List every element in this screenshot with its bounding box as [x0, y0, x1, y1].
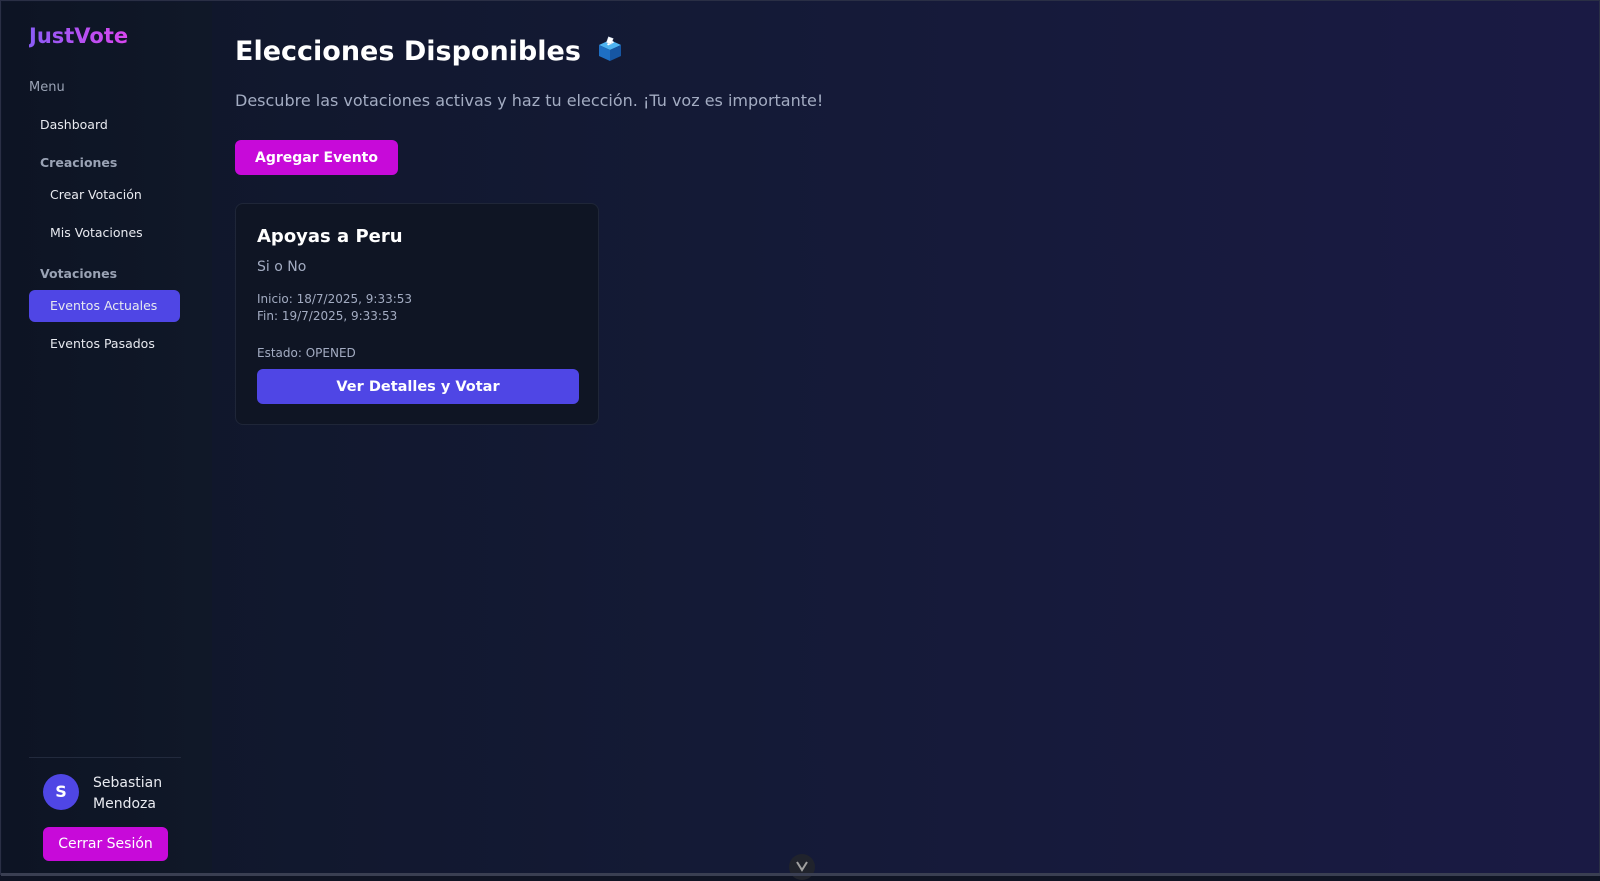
app-logo[interactable]: JustVote [29, 24, 128, 48]
sidebar-section-votes: Votaciones [40, 266, 118, 281]
menu-label: Menu [29, 80, 65, 95]
sidebar-item-past-events[interactable]: Eventos Pasados [29, 328, 180, 360]
chevron-down-icon[interactable] [789, 854, 815, 880]
sidebar-item-label: Eventos Pasados [50, 336, 155, 351]
logout-button[interactable]: Cerrar Sesión [43, 827, 168, 861]
sidebar-item-create-vote[interactable]: Crear Votación [29, 179, 180, 211]
user-name: Sebastian Mendoza [93, 775, 163, 812]
view-details-vote-button[interactable]: Ver Detalles y Votar [257, 369, 579, 404]
page-title: Elecciones Disponibles [235, 35, 624, 67]
avatar: S [43, 774, 79, 810]
sidebar-item-label: Eventos Actuales [50, 298, 158, 313]
event-card: Apoyas a Peru Si o No Inicio: 18/7/2025,… [235, 203, 599, 425]
event-status: Estado: OPENED [257, 346, 356, 360]
sidebar-item-label: Crear Votación [50, 187, 142, 202]
sidebar-divider [29, 757, 181, 758]
event-start-date: Inicio: 18/7/2025, 9:33:53 [257, 292, 413, 306]
sidebar: JustVote Menu Dashboard Creaciones Crear… [2, 2, 212, 873]
sidebar-item-dashboard[interactable]: Dashboard [29, 109, 180, 141]
add-event-button[interactable]: Agregar Evento [235, 140, 398, 175]
page-title-text: Elecciones Disponibles [235, 36, 581, 67]
sidebar-item-my-votes[interactable]: Mis Votaciones [29, 217, 180, 249]
page-subtitle: Descubre las votaciones activas y haz tu… [235, 91, 824, 110]
event-title: Apoyas a Peru [257, 226, 403, 247]
sidebar-item-label: Dashboard [40, 117, 108, 132]
sidebar-item-label: Mis Votaciones [50, 225, 143, 240]
sidebar-section-creations: Creaciones [40, 155, 118, 170]
event-description: Si o No [257, 259, 307, 275]
event-end-date: Fin: 19/7/2025, 9:33:53 [257, 309, 398, 323]
ballot-box-icon [596, 35, 624, 63]
app-window: JustVote Menu Dashboard Creaciones Crear… [0, 0, 1600, 880]
sidebar-item-current-events[interactable]: Eventos Actuales [29, 290, 180, 322]
